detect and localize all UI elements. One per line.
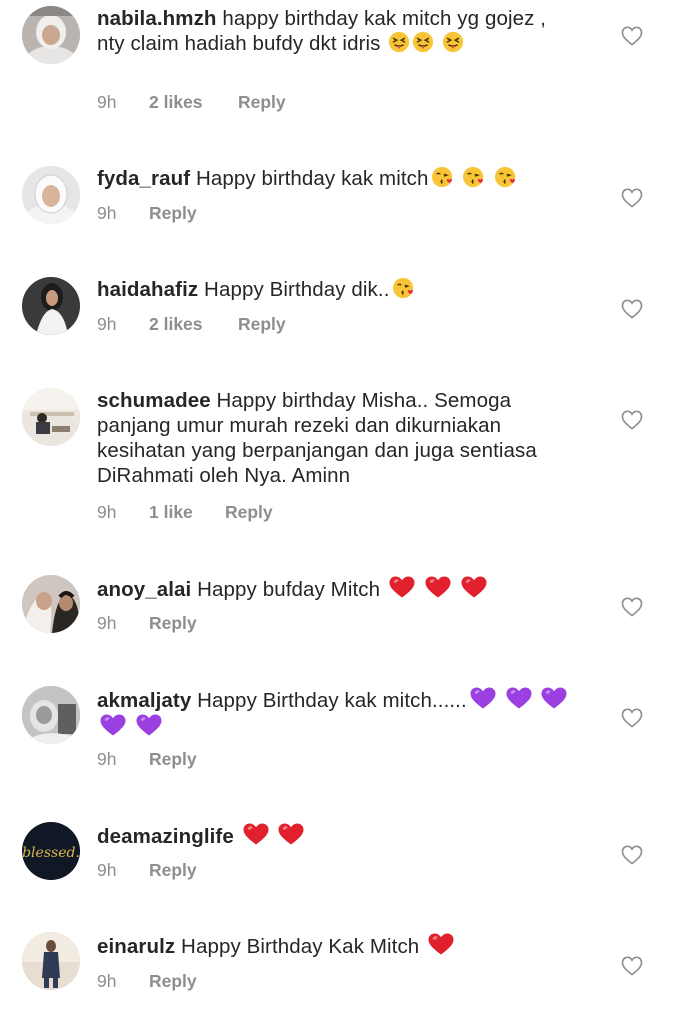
comment-username[interactable]: fyda_rauf: [97, 167, 190, 190]
like-heart-icon[interactable]: [621, 597, 643, 617]
kiss-heart-emoji-icon: [462, 166, 486, 188]
comment-text: nabila.hmzh happy birthday kak mitch yg …: [97, 6, 577, 56]
reply-button[interactable]: Reply: [149, 749, 197, 770]
comment-body: Happy Birthday kak mitch......: [191, 689, 467, 712]
avatar[interactable]: blessed.: [22, 822, 80, 880]
purple-heart-emoji-icon: [469, 686, 497, 710]
squint-tongue-emoji-icon: [388, 31, 410, 53]
reply-button[interactable]: Reply: [149, 613, 197, 634]
avatar[interactable]: [22, 388, 80, 446]
comment-body: Happy birthday kak mitch: [190, 167, 429, 190]
avatar[interactable]: [22, 932, 80, 990]
red-heart-emoji-icon: [242, 822, 270, 846]
like-heart-icon[interactable]: [621, 299, 643, 319]
reply-button[interactable]: Reply: [149, 860, 197, 881]
like-heart-icon[interactable]: [621, 708, 643, 728]
like-heart-icon[interactable]: [621, 956, 643, 976]
comment-text: fyda_rauf Happy birthday kak mitch: [97, 166, 577, 191]
comment-text: haidahafiz Happy Birthday dik..: [97, 277, 577, 302]
reply-button[interactable]: Reply: [238, 314, 286, 335]
comment-time: 9h: [97, 971, 117, 991]
reply-button[interactable]: Reply: [149, 971, 197, 992]
reply-button[interactable]: Reply: [149, 203, 197, 224]
comment-username[interactable]: deamazinglife: [97, 825, 234, 848]
comment-time: 9h: [97, 860, 117, 880]
purple-heart-emoji-icon: [99, 713, 127, 737]
comment-text: anoy_alai Happy bufday Mitch: [97, 575, 577, 602]
squint-tongue-emoji-icon: [412, 31, 434, 53]
avatar[interactable]: [22, 166, 80, 224]
comment-time: 9h: [97, 502, 117, 522]
comment-username[interactable]: nabila.hmzh: [97, 7, 217, 30]
like-heart-icon[interactable]: [621, 26, 643, 46]
comment-time: 9h: [97, 314, 117, 334]
comment-username[interactable]: akmaljaty: [97, 689, 191, 712]
kiss-heart-emoji-icon: [431, 166, 455, 188]
comment-username[interactable]: einarulz: [97, 935, 175, 958]
red-heart-emoji-icon: [427, 932, 455, 956]
red-heart-emoji-icon: [460, 575, 488, 599]
reply-button[interactable]: Reply: [225, 502, 273, 523]
comment-time: 9h: [97, 613, 117, 633]
like-heart-icon[interactable]: [621, 410, 643, 430]
like-heart-icon[interactable]: [621, 188, 643, 208]
comment-text: schumadee Happy birthday Misha.. Semoga …: [97, 388, 567, 488]
purple-heart-emoji-icon: [135, 713, 163, 737]
squint-tongue-emoji-icon: [442, 31, 464, 53]
comment-body: [234, 825, 240, 848]
avatar[interactable]: [22, 575, 80, 633]
avatar[interactable]: [22, 277, 80, 335]
likes-count[interactable]: 2 likes: [149, 92, 203, 113]
svg-text:blessed.: blessed.: [22, 845, 80, 861]
reply-button[interactable]: Reply: [238, 92, 286, 113]
red-heart-emoji-icon: [388, 575, 416, 599]
comment-text: einarulz Happy Birthday Kak Mitch: [97, 932, 577, 959]
kiss-heart-emoji-icon: [392, 277, 416, 299]
avatar[interactable]: [22, 686, 80, 744]
red-heart-emoji-icon: [424, 575, 452, 599]
like-heart-icon[interactable]: [621, 845, 643, 865]
comment-time: 9h: [97, 203, 117, 223]
comment-text: deamazinglife: [97, 822, 577, 849]
purple-heart-emoji-icon: [505, 686, 533, 710]
comment-body: Happy bufday Mitch: [191, 578, 386, 601]
comment-username[interactable]: schumadee: [97, 389, 211, 412]
purple-heart-emoji-icon: [540, 686, 568, 710]
comment-text: akmaljaty Happy Birthday kak mitch......: [97, 686, 577, 740]
red-heart-emoji-icon: [277, 822, 305, 846]
comment-body: Happy Birthday Kak Mitch: [175, 935, 426, 958]
likes-count[interactable]: 1 like: [149, 502, 193, 523]
kiss-heart-emoji-icon: [494, 166, 518, 188]
comment-time: 9h: [97, 92, 117, 112]
comment-username[interactable]: anoy_alai: [97, 578, 191, 601]
comment-username[interactable]: haidahafiz: [97, 278, 198, 301]
likes-count[interactable]: 2 likes: [149, 314, 203, 335]
comment-time: 9h: [97, 749, 117, 769]
comment-body: Happy Birthday dik..: [198, 278, 390, 301]
avatar[interactable]: [22, 6, 80, 64]
